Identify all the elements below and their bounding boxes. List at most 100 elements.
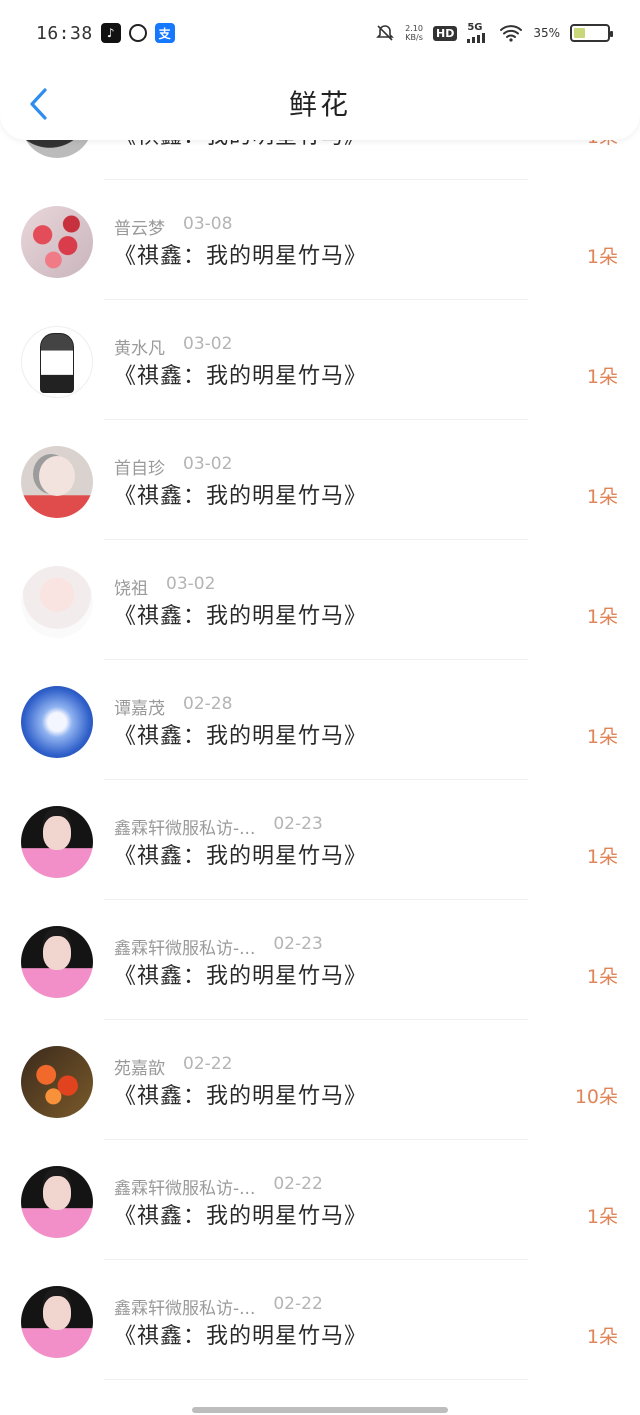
list-item-meta: 鑫霖轩微服私访-... 02-22 [114,1174,323,1199]
home-indicator[interactable] [192,1407,448,1413]
user-avatar[interactable] [21,326,93,398]
page-title: 鲜花 [288,88,351,121]
status-time: 16:38 [36,22,93,44]
chevron-left-icon [30,88,47,120]
flower-count: 1朵 [586,726,618,748]
flower-count: 1朵 [586,606,618,628]
back-button[interactable] [20,84,56,124]
mute-bell-icon [375,23,395,43]
list-item[interactable]: 鑫霖轩微服私访-... 02-23 《祺鑫：我的明星竹马》 1朵 [0,780,640,900]
username: 鑫霖轩微服私访-... [114,1179,256,1199]
username: 谭嘉茂 [114,699,165,719]
book-title: 《祺鑫：我的明星竹马》 [114,724,368,749]
user-avatar[interactable] [21,1166,93,1238]
book-title: 《祺鑫：我的明星竹马》 [114,1324,368,1349]
status-bar: 16:38 ♪ 支 2.10 KB/s HD 5G 35% [0,0,640,66]
screen: 16:38 ♪ 支 2.10 KB/s HD 5G 35% 鲜花 普云梦 03-… [0,0,640,1415]
user-avatar[interactable] [21,806,93,878]
loop-icon [128,24,147,42]
avatar-face [43,1296,71,1330]
gift-date: 03-02 [166,574,216,594]
avatar-face [39,456,75,496]
flower-count: 10朵 [574,1086,618,1108]
user-avatar[interactable] [21,686,93,758]
alipay-icon: 支 [154,23,175,43]
gift-date: 02-22 [183,1054,233,1074]
flower-count: 1朵 [586,246,618,268]
list-item[interactable]: 鑫霖轩微服私访-... 02-22 《祺鑫：我的明星竹马》 1朵 [0,1260,640,1380]
battery-icon [570,24,613,42]
net-speed-value: 2.10 [405,24,423,33]
list-item[interactable]: 鑫霖轩微服私访-... 02-22 《祺鑫：我的明星竹马》 1朵 [0,1140,640,1260]
user-avatar[interactable] [21,566,93,638]
flower-count: 1朵 [586,1206,618,1228]
net-speed: 2.10 KB/s [405,24,423,42]
book-title: 《祺鑫：我的明星竹马》 [114,364,368,389]
avatar-figure [40,333,74,393]
username: 首自珍 [114,459,165,479]
list-item-meta: 饶祖 03-02 [114,574,215,599]
user-avatar[interactable] [21,1046,93,1118]
username: 普云梦 [114,219,165,239]
title-bar: 鲜花 [0,66,640,140]
username: 鑫霖轩微服私访-... [114,819,256,839]
user-avatar[interactable] [21,446,93,518]
gift-date: 03-02 [183,334,233,354]
signal-icon: 5G [467,23,489,43]
book-title: 《祺鑫：我的明星竹马》 [114,484,368,509]
gift-date: 02-23 [273,934,323,954]
list-item[interactable]: 谭嘉茂 02-28 《祺鑫：我的明星竹马》 1朵 [0,660,640,780]
list-item[interactable]: 苑嘉歆 02-22 《祺鑫：我的明星竹马》 10朵 [0,1020,640,1140]
username: 饶祖 [114,579,148,599]
avatar-face [43,1176,71,1210]
list-item[interactable]: 饶祖 03-02 《祺鑫：我的明星竹马》 1朵 [0,540,640,660]
list-item-meta: 普云梦 03-08 [114,214,232,239]
list-item[interactable]: 普云梦 03-08 《祺鑫：我的明星竹马》 1朵 [0,180,640,300]
list-item-meta: 鑫霖轩微服私访-... 02-22 [114,1294,323,1319]
book-title: 《祺鑫：我的明星竹马》 [114,1204,368,1229]
gift-date: 02-22 [273,1294,323,1314]
flower-count: 1朵 [586,966,618,988]
flower-count: 1朵 [586,1326,618,1348]
list-item-meta: 鑫霖轩微服私访-... 02-23 [114,934,323,959]
gift-date: 03-08 [183,214,233,234]
gift-date: 02-28 [183,694,233,714]
battery-percent: 35% [533,26,560,40]
list-item-meta: 苑嘉歆 02-22 [114,1054,232,1079]
username: 鑫霖轩微服私访-... [114,1299,256,1319]
gift-date: 02-22 [273,1174,323,1194]
status-right: 2.10 KB/s HD 5G 35% [375,23,613,43]
network-label: 5G [467,22,483,33]
list-item[interactable]: 首自珍 03-02 《祺鑫：我的明星竹马》 1朵 [0,420,640,540]
user-avatar[interactable] [21,206,93,278]
book-title: 《祺鑫：我的明星竹马》 [114,964,368,989]
list-item-meta: 黄水凡 03-02 [114,334,232,359]
book-title: 《祺鑫：我的明星竹马》 [114,1084,368,1109]
list-item-meta: 鑫霖轩微服私访-... 02-23 [114,814,323,839]
gift-date: 02-23 [273,814,323,834]
username: 黄水凡 [114,339,165,359]
gift-date: 03-02 [183,454,233,474]
user-avatar[interactable] [21,1286,93,1358]
username: 鑫霖轩微服私访-... [114,939,256,959]
list-item-meta: 首自珍 03-02 [114,454,232,479]
book-title: 《祺鑫：我的明星竹马》 [114,604,368,629]
divider [104,1379,528,1380]
book-title: 《祺鑫：我的明星竹马》 [114,244,368,269]
flower-count: 1朵 [586,846,618,868]
list-item[interactable]: 黄水凡 03-02 《祺鑫：我的明星竹马》 1朵 [0,300,640,420]
user-avatar[interactable] [21,926,93,998]
battery-fill [574,28,586,38]
net-speed-unit: KB/s [405,33,423,42]
tiktok-icon: ♪ [100,23,121,43]
status-left: 16:38 ♪ 支 [36,23,175,44]
username: 苑嘉歆 [114,1059,165,1079]
book-title: 《祺鑫：我的明星竹马》 [114,844,368,869]
flower-count: 1朵 [586,366,618,388]
wifi-icon [499,24,523,42]
list-item-meta: 谭嘉茂 02-28 [114,694,232,719]
avatar-face [43,936,71,970]
hd-badge: HD [432,25,458,41]
list-item[interactable]: 鑫霖轩微服私访-... 02-23 《祺鑫：我的明星竹马》 1朵 [0,900,640,1020]
flower-list: 《祺鑫：我的明星竹马》 1朵 普云梦 03-08 《祺鑫：我的明星竹马》 1朵 … [0,86,640,1415]
